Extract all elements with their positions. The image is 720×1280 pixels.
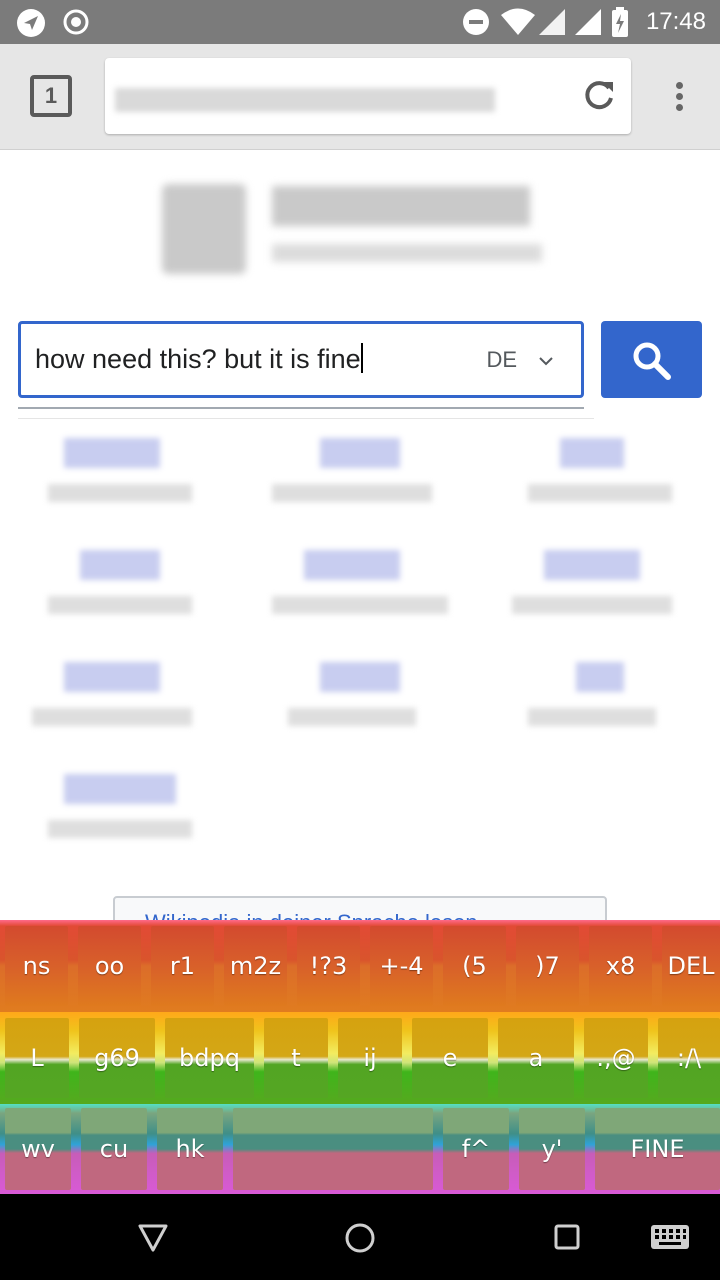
chevron-down-icon[interactable] (539, 354, 553, 368)
do-not-disturb-icon (463, 9, 489, 35)
language-article-count (528, 708, 656, 726)
key-paren-open-5[interactable]: (5 (443, 926, 506, 1006)
language-article-count (272, 596, 448, 614)
key-cu[interactable]: cu (81, 1108, 147, 1190)
divider (18, 418, 594, 419)
keyboard-switch-icon[interactable] (650, 1224, 690, 1250)
home-icon[interactable] (342, 1220, 378, 1256)
language-article-count (48, 484, 192, 502)
key-bdpq[interactable]: bdpq (165, 1018, 254, 1098)
key-t[interactable]: t (264, 1018, 328, 1098)
key-x8[interactable]: x8 (589, 926, 652, 1006)
tab-switcher-button[interactable]: 1 (30, 75, 72, 117)
url-bar[interactable] (105, 58, 631, 134)
language-article-count (288, 708, 416, 726)
key-paren-close-7[interactable]: )7 (516, 926, 579, 1006)
keyboard-row-1: ns oo r1 m2z !?3 +-4 (5 )7 x8 DEL (0, 920, 720, 1012)
language-link[interactable] (320, 438, 400, 468)
key-colon-slash[interactable]: :/\ (658, 1018, 720, 1098)
language-article-count (528, 484, 672, 502)
text-caret (360, 343, 363, 373)
key-e[interactable]: e (412, 1018, 488, 1098)
key-L[interactable]: L (5, 1018, 69, 1098)
language-selector-label[interactable]: DE (486, 347, 517, 373)
key-a[interactable]: a (498, 1018, 574, 1098)
keyboard: ns oo r1 m2z !?3 +-4 (5 )7 x8 DEL L g69 … (0, 920, 720, 1194)
recents-icon[interactable] (552, 1222, 582, 1252)
key-plus-minus-4[interactable]: +-4 (370, 926, 433, 1006)
language-article-count (32, 708, 192, 726)
keyboard-row-3: wv cu hk f^ y' FINE (0, 1104, 720, 1194)
back-icon[interactable] (136, 1220, 170, 1254)
language-link[interactable] (320, 662, 400, 692)
clock: 17:48 (645, 8, 706, 35)
key-space[interactable] (233, 1108, 433, 1190)
search-icon (633, 342, 671, 380)
language-article-count (48, 820, 192, 838)
key-ns[interactable]: ns (5, 926, 68, 1006)
sync-icon (63, 9, 89, 35)
key-hk[interactable]: hk (157, 1108, 223, 1190)
language-link[interactable] (304, 550, 400, 580)
overflow-menu-icon[interactable] (676, 82, 684, 112)
cell-signal-icon (575, 9, 601, 35)
navigation-bar (0, 1194, 720, 1280)
key-r1[interactable]: r1 (151, 926, 214, 1006)
language-article-count (512, 596, 672, 614)
key-m2z[interactable]: m2z (224, 926, 287, 1006)
language-article-count (272, 484, 432, 502)
language-link[interactable] (80, 550, 160, 580)
divider (18, 407, 584, 409)
language-link[interactable] (64, 774, 176, 804)
language-link[interactable] (64, 662, 160, 692)
signal-icon (539, 9, 565, 35)
status-bar: 17:48 (0, 0, 720, 44)
key-wv[interactable]: wv (5, 1108, 71, 1190)
language-link[interactable] (64, 438, 160, 468)
key-punct-3[interactable]: !?3 (297, 926, 360, 1006)
key-delete[interactable]: DEL (662, 926, 720, 1006)
search-button[interactable] (601, 321, 702, 398)
language-link[interactable] (560, 438, 624, 468)
search-input[interactable]: how need this? but it is fine DE (18, 321, 584, 398)
language-link[interactable] (544, 550, 640, 580)
key-oo[interactable]: oo (78, 926, 141, 1006)
battery-charging-icon (612, 7, 628, 37)
key-fine[interactable]: FINE (595, 1108, 720, 1190)
language-link[interactable] (576, 662, 624, 692)
key-g69[interactable]: g69 (79, 1018, 155, 1098)
language-article-count (48, 596, 192, 614)
search-query-text: how need this? but it is fine (35, 344, 361, 374)
key-f-caret[interactable]: f^ (443, 1108, 509, 1190)
blurred-url (115, 88, 495, 112)
key-punct-at[interactable]: .,@ (584, 1018, 648, 1098)
reload-icon[interactable] (581, 78, 617, 114)
key-ij[interactable]: ij (338, 1018, 402, 1098)
wifi-icon (501, 8, 535, 35)
browser-toolbar: 1 (0, 44, 720, 150)
key-y-apostrophe[interactable]: y' (519, 1108, 585, 1190)
keyboard-row-2: L g69 bdpq t ij e a .,@ :/\ (0, 1012, 720, 1104)
navigation-icon (17, 9, 45, 37)
